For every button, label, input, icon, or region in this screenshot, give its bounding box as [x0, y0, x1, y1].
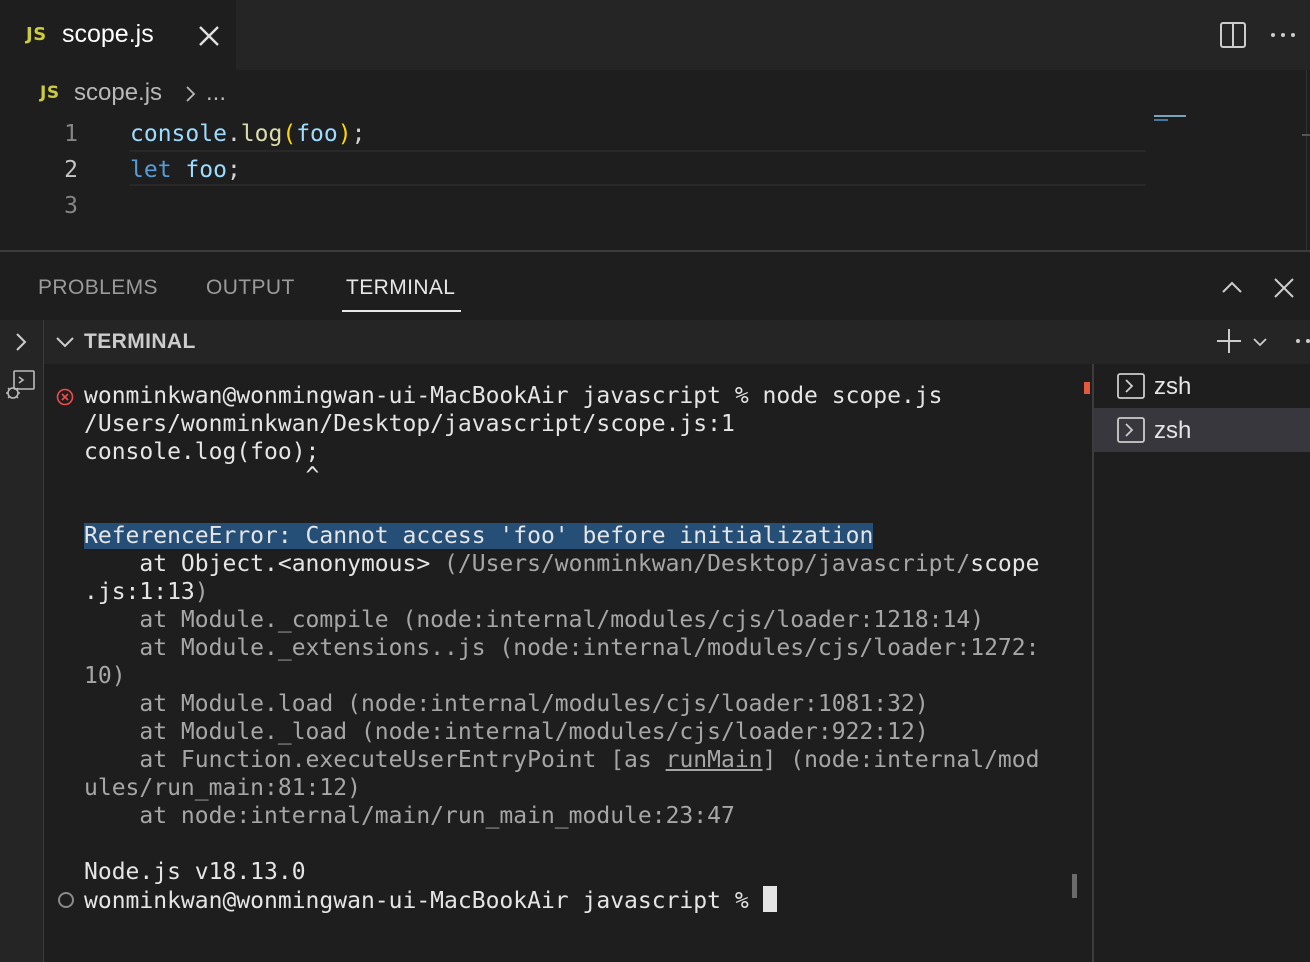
panel-left-rail [0, 320, 44, 962]
terminal-icon [1116, 416, 1146, 444]
terminal-cursor [762, 886, 777, 912]
terminal-line: ^ [84, 463, 320, 489]
command-pending-icon[interactable] [58, 892, 74, 908]
terminal-profile-dropdown[interactable] [1250, 332, 1270, 352]
new-terminal-button[interactable] [1214, 326, 1244, 356]
terminal-output[interactable]: wonminkwan@wonmingwan-ui-MacBookAir java… [44, 364, 1092, 962]
close-panel-button[interactable] [1270, 274, 1298, 302]
tab-terminal[interactable]: TERMINAL [346, 276, 455, 300]
tab-output[interactable]: OUTPUT [206, 276, 295, 300]
terminal-line: 10) [84, 663, 126, 689]
current-line-highlight [130, 150, 1146, 186]
split-editor-button[interactable] [1218, 20, 1248, 50]
selected-text: ReferenceError: Cannot access 'foo' befo… [84, 523, 874, 549]
terminal-line: ules/run_main:81:12) [84, 775, 361, 801]
breadcrumb-symbols[interactable]: ... [206, 79, 226, 107]
terminal-icon [1116, 372, 1146, 400]
chevron-right-icon [16, 333, 27, 351]
terminal-line: Node.js v18.13.0 [84, 859, 306, 885]
maximize-panel-button[interactable] [1218, 274, 1246, 302]
terminal-tabs-list: zsh zsh [1092, 364, 1310, 962]
terminal-line: wonminkwan@wonmingwan-ui-MacBookAir java… [84, 383, 943, 409]
terminal-tab-label: zsh [1154, 417, 1192, 444]
tab-problems[interactable]: PROBLEMS [38, 276, 158, 300]
line-number: 3 [64, 193, 78, 219]
editor-scrollbar-thumb[interactable] [1302, 134, 1310, 136]
terminal-line: at Module._load (node:internal/modules/c… [84, 719, 929, 745]
close-icon [1274, 278, 1294, 298]
terminal-line: at Module._compile (node:internal/module… [84, 607, 985, 633]
chevron-up-icon [1222, 281, 1242, 293]
error-circle-icon [56, 388, 74, 406]
terminal-more-actions-button[interactable] [1288, 328, 1310, 354]
code-line[interactable]: 1 console.log(foo); [0, 116, 1148, 152]
terminal-tab-zsh[interactable]: zsh [1094, 408, 1310, 452]
chevron-down-icon [1253, 338, 1267, 347]
editor-tab-bar: JS scope.js [0, 0, 1310, 70]
terminal-link[interactable]: runMain [666, 747, 763, 773]
panel-tab-bar: PROBLEMS OUTPUT TERMINAL [0, 252, 1310, 320]
active-tab-indicator [342, 310, 461, 312]
chevron-down-icon[interactable] [54, 332, 76, 352]
terminal-tab-zsh[interactable]: zsh [1094, 364, 1310, 408]
ellipsis-icon [1271, 33, 1295, 37]
expand-views-button[interactable] [10, 330, 32, 354]
line-number: 1 [64, 121, 78, 147]
breadcrumb-file[interactable]: scope.js [74, 79, 162, 107]
terminal-line: at Module.load (node:internal/modules/cj… [84, 691, 929, 717]
debug-console-button[interactable] [4, 368, 38, 402]
editor-scrollbar-track[interactable] [1306, 70, 1307, 250]
terminal-line: ReferenceError: Cannot access 'foo' befo… [84, 522, 874, 550]
terminal-section-header[interactable]: TERMINAL [44, 320, 1310, 364]
debug-terminal-icon [6, 370, 35, 399]
terminal-line: /Users/wonminkwan/Desktop/javascript/sco… [84, 411, 735, 437]
terminal-line: at Object.<anonymous> (/Users/wonminkwan… [84, 551, 1040, 577]
split-editor-icon [1220, 22, 1246, 48]
terminal-line: .js:1:13) [84, 579, 209, 605]
terminal-line: at Function.executeUserEntryPoint [as ru… [84, 747, 1040, 773]
terminal-scrollbar-thumb[interactable] [1072, 874, 1077, 898]
terminal-section-title: TERMINAL [84, 330, 196, 353]
javascript-file-icon: JS [26, 24, 47, 45]
javascript-file-icon: JS [40, 83, 60, 103]
code-line[interactable]: 3 [0, 188, 1148, 224]
line-number: 2 [64, 157, 78, 183]
terminal-line: at node:internal/main/run_main_module:23… [84, 803, 735, 829]
close-tab-button[interactable] [194, 18, 224, 52]
breadcrumb: JS scope.js ... [0, 70, 1310, 116]
editor-tab-scope-js[interactable]: JS scope.js [0, 0, 236, 70]
ellipsis-icon [1296, 339, 1310, 343]
editor-tab-label: scope.js [62, 20, 154, 48]
code-text: console.log(foo); [130, 121, 366, 147]
more-actions-button[interactable] [1268, 20, 1298, 50]
terminal-prompt-line[interactable]: wonminkwan@wonmingwan-ui-MacBookAir java… [84, 886, 777, 915]
minimap[interactable] [1154, 115, 1194, 125]
error-overview-marker [1084, 382, 1090, 394]
close-icon [199, 26, 219, 46]
terminal-line: at Module._extensions..js (node:internal… [84, 635, 1040, 661]
command-failed-icon[interactable] [56, 388, 74, 406]
chevron-right-icon [184, 84, 198, 104]
terminal-tab-label: zsh [1154, 373, 1192, 400]
plus-icon [1217, 329, 1241, 353]
